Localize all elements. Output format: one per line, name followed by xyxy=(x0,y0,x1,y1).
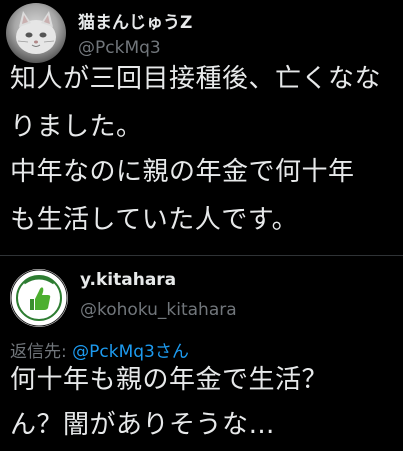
avatar[interactable] xyxy=(10,269,68,327)
avatar[interactable] xyxy=(6,3,66,63)
replying-to: 返信先: @PckMq3さん xyxy=(10,337,189,362)
mention-link[interactable]: @PckMq3さん xyxy=(72,342,189,362)
tweet-divider xyxy=(0,255,403,256)
replying-label: 返信先: xyxy=(10,342,67,362)
tweet-text-line: りました。 xyxy=(10,112,143,142)
display-name[interactable]: 猫まんじゅうZ xyxy=(78,8,192,33)
tweet-text-line: 中年なのに親の年金で何十年 xyxy=(10,157,355,187)
tweet-text-line: も生活していた人です。 xyxy=(10,205,299,235)
thumbs-up-badge-icon xyxy=(10,269,68,327)
display-name[interactable]: y.kitahara xyxy=(80,270,176,290)
tweet-text-line: 何十年も親の年金で生活？ xyxy=(10,365,329,395)
cat-face-icon xyxy=(16,11,56,54)
user-handle[interactable]: @kohoku_kitahara xyxy=(80,300,237,320)
tweet[interactable]: 猫まんじゅうZ @PckMq3 知人が三回目接種後、亡くなな りました。 中年な… xyxy=(0,0,403,256)
user-handle[interactable]: @PckMq3 xyxy=(78,38,161,58)
tweet-text-line: ん？闇がありそうな… xyxy=(10,410,276,440)
tweet-text-line: 知人が三回目接種後、亡くなな xyxy=(10,64,382,94)
